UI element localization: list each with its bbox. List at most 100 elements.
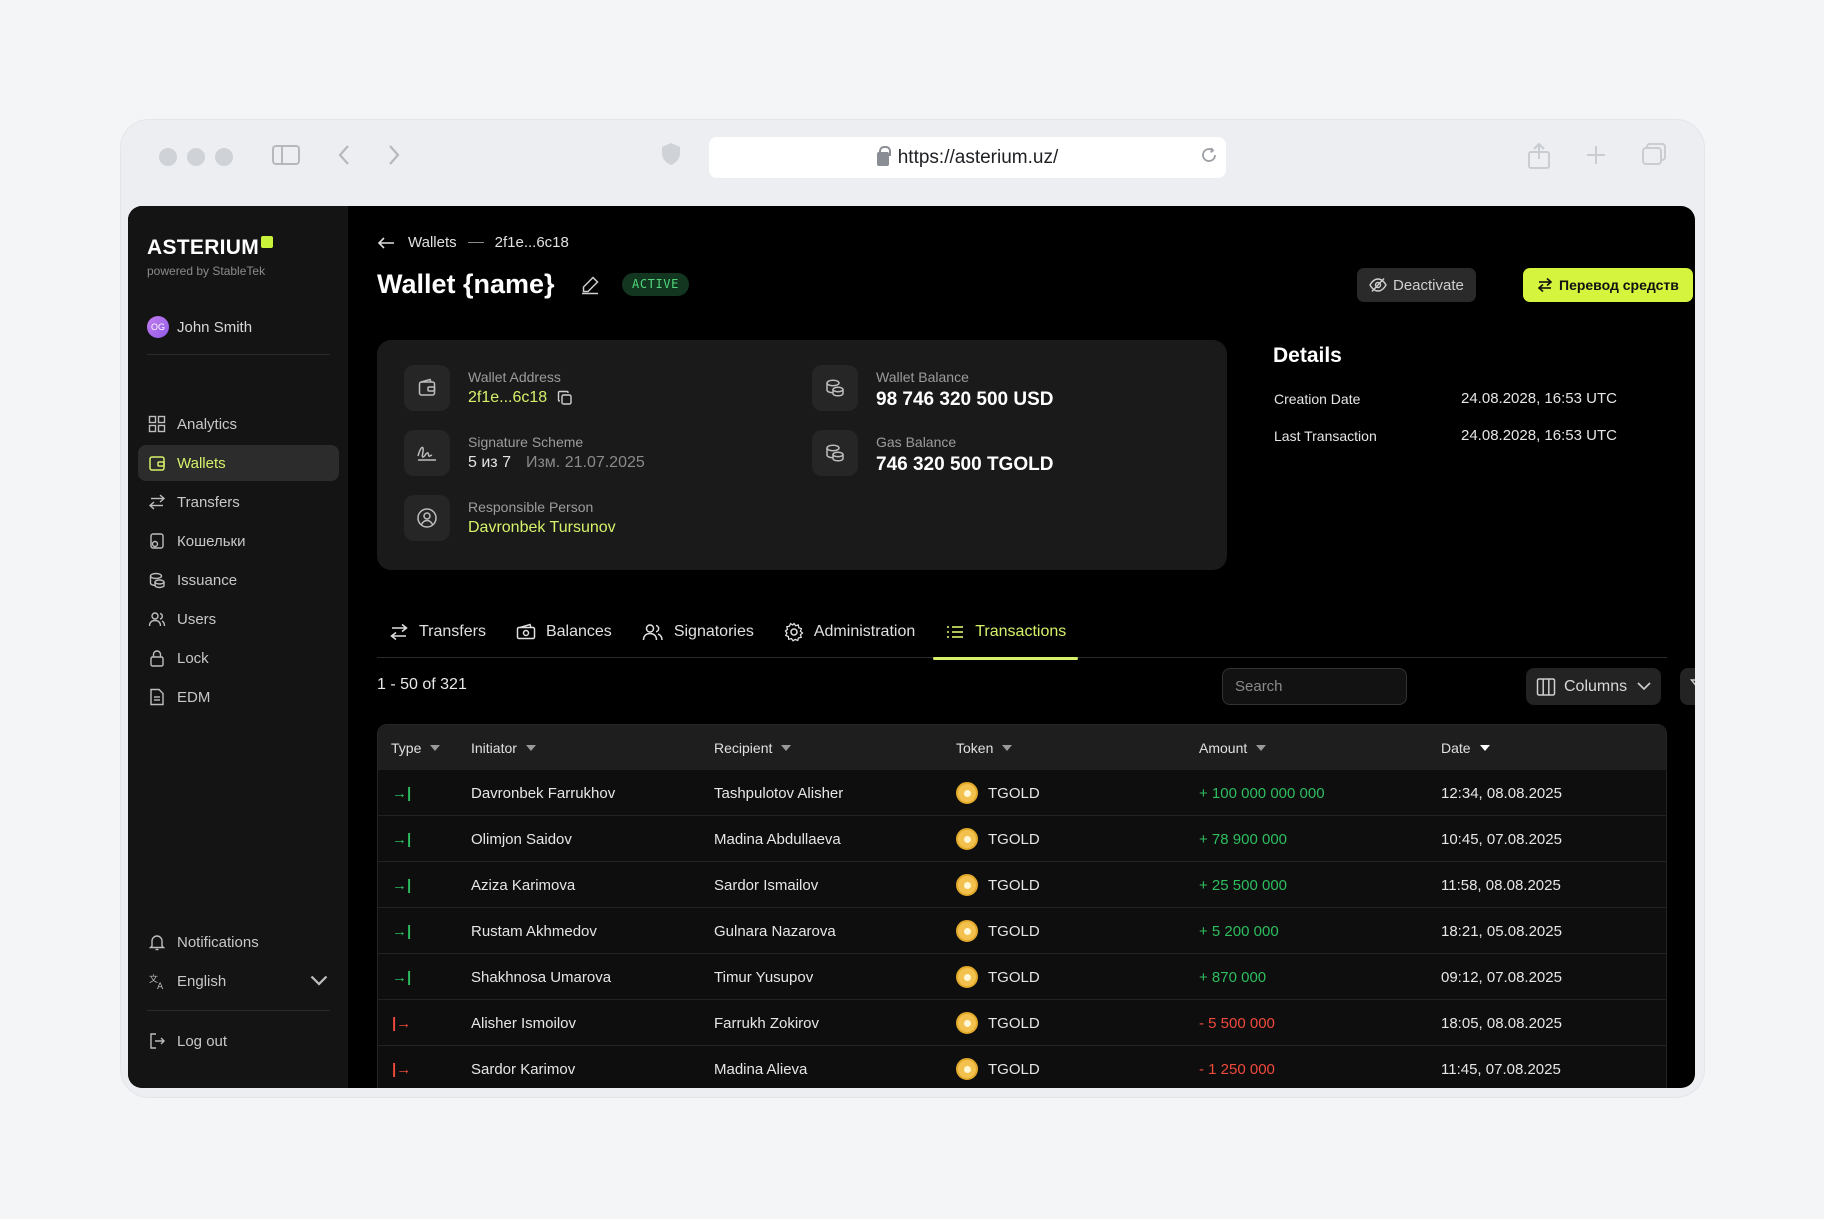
tgold-coin-icon <box>956 828 978 850</box>
token-cell: TGOLD <box>956 1046 1040 1088</box>
date-cell: 18:05, 08.08.2025 <box>1441 1014 1562 1032</box>
new-tab-icon[interactable] <box>1585 142 1607 172</box>
copy-icon[interactable] <box>557 390 573 406</box>
coins-icon <box>812 430 858 476</box>
share-icon[interactable] <box>1527 142 1551 176</box>
back-arrow-icon[interactable] <box>377 236 395 250</box>
tgold-coin-icon <box>956 1058 978 1080</box>
divider <box>147 1010 330 1011</box>
sidebar-item-koshelki[interactable]: Кошельки <box>138 523 339 559</box>
table-row[interactable]: →| Rustam Akhmedov Gulnara Nazarova TGOL… <box>378 908 1666 954</box>
column-header-type[interactable]: Type <box>391 725 441 770</box>
cash-icon <box>516 623 536 640</box>
sidebar-item-label: Transfers <box>177 493 240 511</box>
table-row[interactable]: |→ Alisher Ismoilov Farrukh Zokirov TGOL… <box>378 1000 1666 1046</box>
wallet-address-field: Wallet Address 2f1e...6c18 <box>404 365 573 411</box>
incoming-icon: →| <box>392 876 412 894</box>
table-row[interactable]: →| Aziza Karimova Sardor Ismailov TGOLD … <box>378 862 1666 908</box>
logo[interactable]: ASTERIUM <box>147 236 274 260</box>
deactivate-button[interactable]: Deactivate <box>1357 268 1476 302</box>
logout-area: Log out <box>138 1023 339 1062</box>
close-window-dot[interactable] <box>159 148 177 166</box>
address-bar[interactable]: https://asterium.uz/ <box>709 137 1226 178</box>
breadcrumb: Wallets 2f1e...6c18 <box>377 234 569 251</box>
sidebar-item-lock[interactable]: Lock <box>138 640 339 676</box>
search-input[interactable] <box>1222 668 1407 705</box>
user-name: John Smith <box>177 318 253 336</box>
token-cell: TGOLD <box>956 816 1040 862</box>
sidebar-item-label: Users <box>177 610 217 628</box>
filter-button[interactable]: filter <box>1680 668 1695 705</box>
token-label: TGOLD <box>988 1014 1040 1032</box>
gas-balance-value: 746 320 500 TGOLD <box>876 454 1054 475</box>
column-header-date[interactable]: Date <box>1441 725 1490 770</box>
table-row[interactable]: |→ Sardor Karimov Madina Alieva TGOLD - … <box>378 1046 1666 1088</box>
column-header-token[interactable]: Token <box>956 725 1013 770</box>
initiator-cell: Rustam Akhmedov <box>471 922 597 940</box>
columns-label: Columns <box>1564 677 1628 695</box>
columns-button[interactable]: Columns <box>1526 668 1662 705</box>
token-cell: TGOLD <box>956 1000 1040 1046</box>
table-header: Type Initiator Recipient Token Amount Da… <box>378 725 1666 770</box>
wallet-icon <box>149 456 165 471</box>
tab-signatories[interactable]: Signatories <box>630 606 766 658</box>
sidebar-item-analytics[interactable]: Analytics <box>138 406 339 442</box>
column-header-initiator[interactable]: Initiator <box>471 725 536 770</box>
breadcrumb-wallets-link[interactable]: Wallets <box>408 234 457 251</box>
tab-balances[interactable]: Balances <box>504 606 624 658</box>
wallet-address-text[interactable]: 2f1e...6c18 <box>468 389 547 407</box>
last-transaction-row: Last Transaction 24.08.2028, 16:53 UTC <box>1274 427 1617 444</box>
logout-button[interactable]: Log out <box>138 1023 339 1059</box>
transfer-icon <box>1537 277 1553 293</box>
amount-cell: + 870 000 <box>1199 968 1267 986</box>
table-row[interactable]: →| Davronbek Farrukhov Tashpulotov Alish… <box>378 770 1666 816</box>
sidebar: ASTERIUM powered by StableTek OG John Sm… <box>128 206 348 1088</box>
column-header-amount[interactable]: Amount <box>1199 725 1267 770</box>
zoom-window-dot[interactable] <box>215 148 233 166</box>
initiator-cell: Sardor Karimov <box>471 1060 576 1078</box>
language-select[interactable]: 文A English <box>138 963 339 999</box>
back-icon[interactable] <box>337 142 351 172</box>
tab-administration[interactable]: Administration <box>772 606 927 658</box>
minimize-window-dot[interactable] <box>187 148 205 166</box>
details-heading: Details <box>1273 344 1342 367</box>
sidebar-item-edm[interactable]: EDM <box>138 679 339 715</box>
tab-overview-icon[interactable] <box>1641 142 1667 172</box>
sidebar-item-users[interactable]: Users <box>138 601 339 637</box>
powered-by: powered by StableTek <box>147 264 266 278</box>
sidebar-item-label: Notifications <box>177 933 259 951</box>
wallet-address-label: Wallet Address <box>468 369 561 385</box>
sidebar-toggle-icon[interactable] <box>272 142 300 172</box>
shield-icon[interactable] <box>661 142 681 172</box>
svg-text:A: A <box>157 982 164 990</box>
outgoing-icon: |→ <box>392 1014 412 1032</box>
user-profile[interactable]: OG John Smith <box>147 316 252 338</box>
wallet-balance-label: Wallet Balance <box>876 369 969 385</box>
reload-icon[interactable] <box>1200 146 1218 169</box>
sidebar-item-label: Кошельки <box>177 532 246 550</box>
initiator-cell: Alisher Ismoilov <box>471 1014 577 1032</box>
column-header-recipient[interactable]: Recipient <box>714 725 792 770</box>
table-row[interactable]: →| Shakhnosa Umarova Timur Yusupov TGOLD… <box>378 954 1666 1000</box>
token-label: TGOLD <box>988 876 1040 894</box>
tab-transactions[interactable]: Transactions <box>933 606 1079 660</box>
sidebar-item-wallets[interactable]: Wallets <box>138 445 339 481</box>
forward-icon[interactable] <box>387 142 401 172</box>
pagination-count: 1 - 50 of 321 <box>377 676 467 693</box>
signature-scheme-field: Signature Scheme 5 из 7 Изм. 21.07.2025 <box>404 430 645 476</box>
sidebar-item-transfers[interactable]: Transfers <box>138 484 339 520</box>
sidebar-item-issuance[interactable]: Issuance <box>138 562 339 598</box>
signature-scheme-value: 5 из 7 Изм. 21.07.2025 <box>468 454 645 472</box>
sort-caret-icon <box>430 744 441 751</box>
tab-transfers[interactable]: Transfers <box>377 606 498 658</box>
token-label: TGOLD <box>988 784 1040 802</box>
sidebar-item-notifications[interactable]: Notifications <box>138 924 339 960</box>
table-row[interactable]: →| Olimjon Saidov Madina Abdullaeva TGOL… <box>378 816 1666 862</box>
edit-icon[interactable] <box>580 275 600 300</box>
token-cell: TGOLD <box>956 862 1040 908</box>
transfer-label: Перевод средств <box>1559 277 1679 293</box>
responsible-person-link[interactable]: Davronbek Tursunov <box>468 519 616 537</box>
signature-changed-date: Изм. 21.07.2025 <box>525 454 645 471</box>
sidebar-item-label: Lock <box>177 649 209 667</box>
transfer-funds-button[interactable]: Перевод средств <box>1523 268 1693 302</box>
